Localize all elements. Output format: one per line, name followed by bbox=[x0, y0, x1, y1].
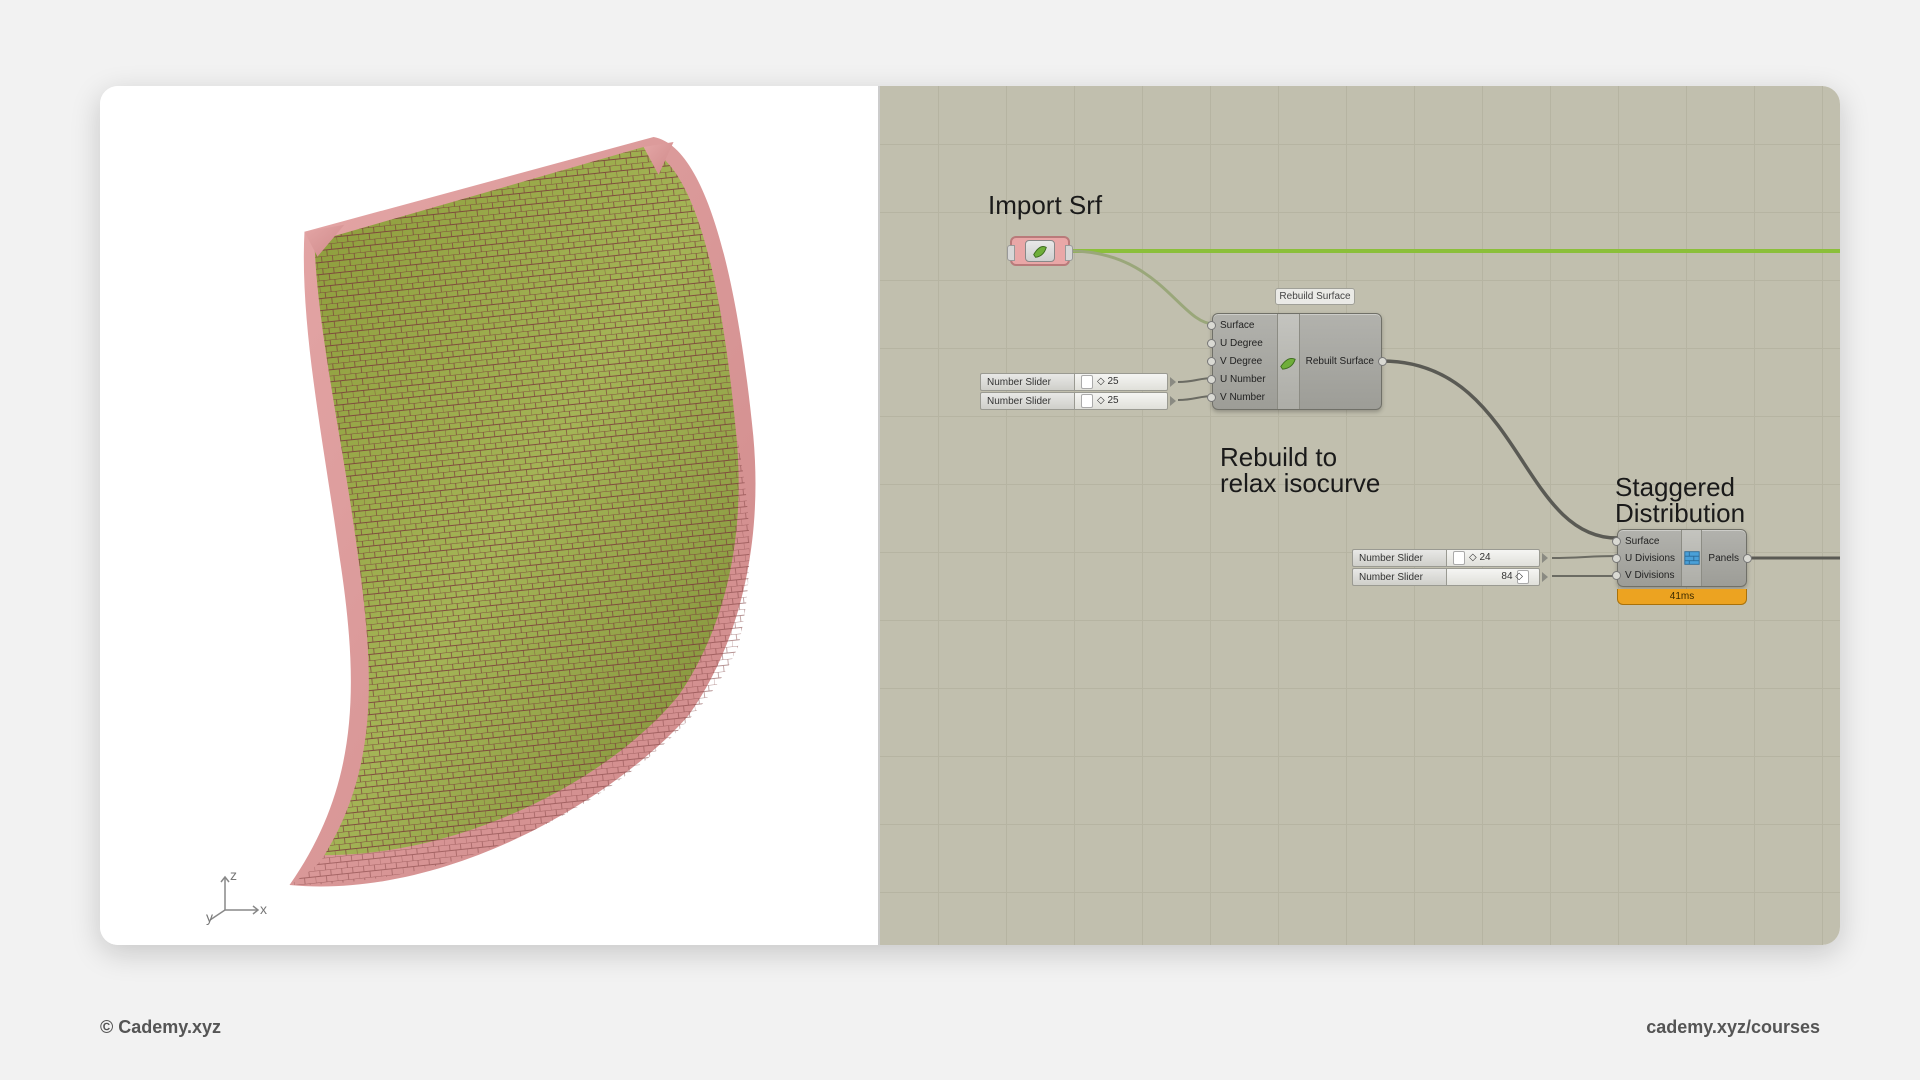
axis-x-label: x bbox=[260, 901, 267, 917]
slider-thumb[interactable] bbox=[1453, 551, 1465, 565]
slider-output[interactable] bbox=[1168, 373, 1178, 391]
node-icon bbox=[1681, 530, 1702, 586]
slider-output[interactable] bbox=[1540, 568, 1550, 586]
slider-track[interactable]: 84 ◇ bbox=[1446, 568, 1540, 586]
port-v-divisions[interactable]: V Divisions bbox=[1624, 568, 1675, 582]
number-slider-3[interactable]: Number Slider ◇ 24 bbox=[1352, 549, 1550, 567]
slider-output[interactable] bbox=[1540, 549, 1550, 567]
rebuild-surface-node[interactable]: Surface U Degree V Degree U Number V Num… bbox=[1212, 313, 1382, 410]
axis-y-label: y bbox=[206, 909, 213, 925]
rhino-viewport[interactable]: z y x bbox=[100, 86, 880, 945]
slider-track[interactable]: ◇ 24 bbox=[1446, 549, 1540, 567]
surface-render bbox=[100, 86, 878, 945]
node-outputs: Rebuilt Surface bbox=[1300, 314, 1381, 409]
axis-z-label: z bbox=[230, 867, 237, 883]
slider-thumb[interactable] bbox=[1081, 375, 1093, 389]
node-outputs: Panels bbox=[1702, 530, 1746, 586]
port-surface[interactable]: Surface bbox=[1624, 534, 1675, 548]
staggered-panels-node[interactable]: Surface U Divisions V Divisions Panels bbox=[1617, 529, 1747, 587]
footer-url: cademy.xyz/courses bbox=[1646, 1017, 1820, 1038]
group-label-import: Import Srf bbox=[988, 192, 1102, 218]
grasshopper-canvas[interactable]: Import Srf Rebuild Surface Surface U Deg… bbox=[880, 86, 1840, 945]
slider-thumb[interactable] bbox=[1081, 394, 1093, 408]
node-icon bbox=[1277, 314, 1300, 409]
app-frame: z y x Import Srf bbox=[100, 86, 1840, 945]
group-label-rebuild: Rebuild to relax isocurve bbox=[1220, 444, 1380, 496]
port-u-degree[interactable]: U Degree bbox=[1219, 336, 1271, 351]
slider-output[interactable] bbox=[1168, 392, 1178, 410]
slider-track[interactable]: ◇ 25 bbox=[1074, 392, 1168, 410]
node-inputs: Surface U Divisions V Divisions bbox=[1618, 530, 1681, 586]
number-slider-1[interactable]: Number Slider ◇ 25 bbox=[980, 373, 1178, 391]
port-panels[interactable]: Panels bbox=[1708, 551, 1740, 566]
slider-track[interactable]: ◇ 25 bbox=[1074, 373, 1168, 391]
rebuild-surface-label: Rebuild Surface bbox=[1275, 288, 1355, 305]
group-label-stagger: Staggered Distribution bbox=[1615, 474, 1745, 526]
node-inputs: Surface U Degree V Degree U Number V Num… bbox=[1213, 314, 1277, 409]
port-v-degree[interactable]: V Degree bbox=[1219, 354, 1271, 369]
slider-label: Number Slider bbox=[980, 373, 1074, 391]
slider-label: Number Slider bbox=[1352, 568, 1446, 586]
slider-label: Number Slider bbox=[1352, 549, 1446, 567]
surface-param-icon bbox=[1025, 240, 1055, 262]
port-u-number[interactable]: U Number bbox=[1219, 372, 1271, 387]
port-v-number[interactable]: V Number bbox=[1219, 390, 1271, 405]
port-u-divisions[interactable]: U Divisions bbox=[1624, 551, 1675, 565]
node-input-grip[interactable] bbox=[1007, 245, 1015, 261]
import-surface-node[interactable] bbox=[1010, 236, 1070, 266]
number-slider-2[interactable]: Number Slider ◇ 25 bbox=[980, 392, 1178, 410]
number-slider-4[interactable]: Number Slider 84 ◇ bbox=[1352, 568, 1550, 586]
node-output-grip[interactable] bbox=[1065, 245, 1073, 261]
axis-gizmo: z y x bbox=[210, 872, 270, 925]
node-profiler-badge: 41ms bbox=[1617, 589, 1747, 605]
footer-copyright: © Cademy.xyz bbox=[100, 1017, 221, 1038]
port-surface[interactable]: Surface bbox=[1219, 318, 1271, 333]
port-rebuilt-surface[interactable]: Rebuilt Surface bbox=[1306, 354, 1375, 369]
slider-label: Number Slider bbox=[980, 392, 1074, 410]
